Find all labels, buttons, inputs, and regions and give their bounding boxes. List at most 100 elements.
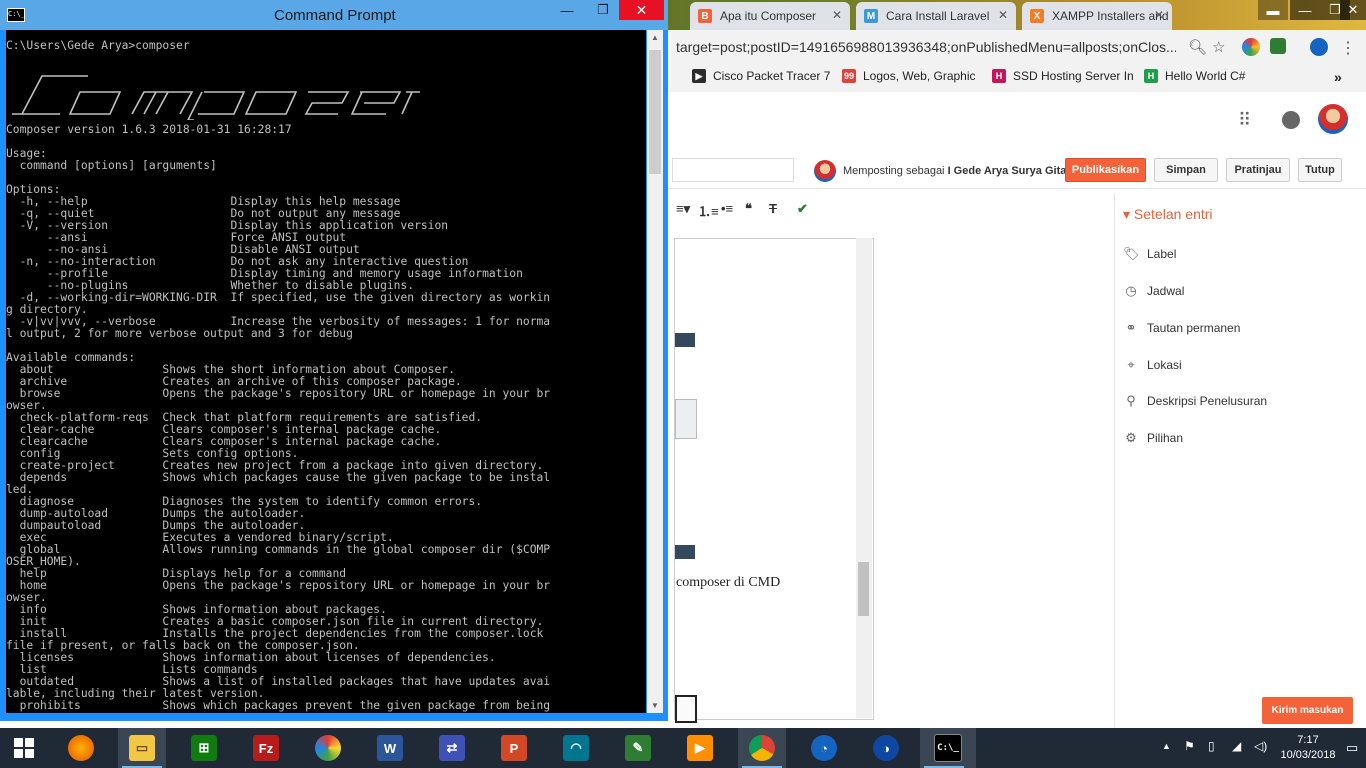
close-icon[interactable]: ✕	[1154, 8, 1164, 22]
sidebar-item-label[interactable]: 🏷︎ Label	[1123, 246, 1176, 262]
quote-icon[interactable]: ❝	[745, 201, 752, 217]
notification-center-icon[interactable]: ▭	[1346, 740, 1358, 756]
scroll-down-icon[interactable]: ▼	[651, 701, 659, 710]
numbered-list-icon[interactable]: ⒈≡	[698, 201, 719, 220]
taskbar-powerpoint[interactable]: P	[490, 728, 538, 768]
extension-icon[interactable]	[1242, 38, 1260, 56]
browser-tab-2[interactable]: M Cara Install Laravel ✕	[856, 2, 1016, 30]
cisco-icon: ▶	[692, 69, 706, 83]
location-icon: ⌖	[1127, 357, 1135, 372]
thumbnail-image	[675, 695, 697, 723]
editor-text: composer di CMD	[676, 575, 781, 590]
cmd-scrollbar-thumb[interactable]	[649, 50, 661, 174]
wifi-icon[interactable]: ◢	[1232, 739, 1241, 753]
bookmark-item[interactable]: 99 Logos, Web, Graphic	[842, 69, 976, 83]
menu-icon[interactable]: ⋮	[1340, 38, 1356, 58]
browser-tab-3[interactable]: X XAMPP Installers and Downloads ✕	[1022, 2, 1172, 30]
console-output[interactable]: C:\Users\Gede Arya>composer Composer ver…	[6, 30, 646, 713]
bulleted-list-icon[interactable]: •≡	[721, 201, 733, 216]
cmd-icon: C:\_	[7, 8, 25, 22]
posting-as-text: Memposting sebagai I Gede Arya Surya Git…	[843, 165, 1066, 177]
clock-date: 10/03/2018	[1280, 749, 1336, 761]
close-icon[interactable]: ✕	[1340, 0, 1366, 20]
taskbar-coreldraw[interactable]: ✎	[614, 728, 662, 768]
search-icon[interactable]: 🔍︎	[1188, 38, 1207, 56]
taskbar-video-editor[interactable]: ▶	[676, 728, 724, 768]
bookmark-item[interactable]: ▶ Cisco Packet Tracer 7	[692, 69, 830, 83]
maximize-icon[interactable]: ❐	[588, 0, 618, 20]
windows-icon	[14, 738, 34, 758]
browser-tab-label: Cara Install Laravel	[886, 9, 990, 23]
url-field[interactable]: target=post;postID=1491656988013936348;o…	[676, 39, 1176, 55]
composer-ascii-logo	[12, 75, 420, 120]
search-icon: ⚲	[1126, 393, 1136, 408]
close-icon[interactable]: ✕	[832, 8, 842, 22]
sidebar-item-text: Jadwal	[1147, 284, 1185, 298]
tray-expand-icon[interactable]: ▲	[1162, 741, 1171, 751]
sidebar-item-search-description[interactable]: ⚲ Deskripsi Penelusuran	[1123, 393, 1267, 409]
sidebar-item-location[interactable]: ⌖ Lokasi	[1123, 357, 1181, 373]
preview-button[interactable]: Pratinjau	[1226, 158, 1290, 182]
coreldraw-icon: ✎	[625, 735, 651, 761]
taskbar-file-explorer[interactable]: ▭	[118, 728, 166, 768]
taskbar-word[interactable]: W	[366, 728, 414, 768]
post-title-input[interactable]	[672, 158, 794, 182]
mysql-icon: ◠	[563, 735, 589, 761]
taskbar-firefox[interactable]	[57, 728, 105, 768]
align-icon[interactable]: ≡▾	[676, 201, 690, 217]
sidebar-item-text: Pilihan	[1147, 431, 1184, 445]
taskbar-mysql[interactable]: ◠	[552, 728, 600, 768]
bookmark-item[interactable]: H SSD Hosting Server In	[992, 69, 1134, 83]
browser-tab-1[interactable]: B Apa itu Composer ✕	[690, 2, 850, 30]
extension-icon[interactable]	[1270, 38, 1286, 54]
taskbar-app-2[interactable]: ◑	[862, 728, 910, 768]
sidebar-item-schedule[interactable]: ◷ Jadwal	[1123, 283, 1184, 299]
firefox-icon	[68, 735, 94, 761]
close-icon[interactable]: ✕	[998, 8, 1008, 22]
blogger-icon: B	[698, 9, 712, 23]
taskbar-store[interactable]: ⊞	[180, 728, 228, 768]
scroll-up-icon[interactable]: ▲	[651, 33, 659, 42]
bookmark-item[interactable]: H Hello World C#	[1144, 69, 1245, 83]
sidebar-item-options[interactable]: ⚙ Pilihan	[1123, 430, 1183, 446]
clock[interactable]: 7:17 10/03/2018	[1272, 733, 1344, 763]
extension-icon[interactable]	[1310, 38, 1328, 56]
close-button[interactable]: Tutup	[1298, 158, 1342, 182]
battery-icon[interactable]: ▯	[1208, 739, 1215, 753]
taskbar-filezilla[interactable]: Fz	[242, 728, 290, 768]
editor-content-frame[interactable]	[674, 238, 874, 723]
taskbar-paint[interactable]	[304, 728, 352, 768]
apps-grid-icon[interactable]: ⠿	[1238, 110, 1251, 131]
clear-formatting-icon[interactable]: T	[769, 201, 777, 216]
post-settings-heading-label: Setelan entri	[1133, 206, 1213, 222]
flag-icon[interactable]: ⚑	[1184, 739, 1195, 753]
post-settings-heading[interactable]: ▾ Setelan entri	[1123, 206, 1213, 223]
browser-profile-icon[interactable]: ▬	[1258, 0, 1288, 20]
more-bookmarks-icon[interactable]: »	[1334, 69, 1342, 85]
start-button[interactable]	[0, 728, 48, 768]
minimize-icon[interactable]: —	[1290, 0, 1320, 20]
taskbar-app[interactable]: ◔	[800, 728, 848, 768]
avatar[interactable]	[1318, 104, 1348, 134]
publish-button[interactable]: Publikasikan	[1065, 158, 1146, 182]
star-icon[interactable]: ☆	[1212, 38, 1225, 56]
cmd-icon: C:\_	[934, 734, 962, 762]
sidebar-item-permalink[interactable]: ⚭ Tautan permanen	[1123, 320, 1241, 336]
notification-bell-icon[interactable]	[1282, 111, 1300, 129]
medium-icon: M	[864, 9, 878, 23]
word-icon: W	[377, 735, 403, 761]
editor-scrollbar[interactable]	[856, 238, 872, 718]
send-feedback-button[interactable]: Kirim masukan	[1262, 697, 1353, 724]
post-settings-sidebar: ▾ Setelan entri 🏷︎ Label ◷ Jadwal ⚭ Taut…	[1114, 194, 1366, 728]
spellcheck-icon[interactable]: ✔	[797, 201, 808, 217]
cmd-title-bar[interactable]: C:\_ Command Prompt — ❐ ✕	[0, 0, 668, 30]
taskbar-network-tool[interactable]: ⇄	[428, 728, 476, 768]
editor-scrollbar-thumb[interactable]	[858, 562, 869, 616]
taskbar-command-prompt[interactable]: C:\_	[920, 728, 976, 768]
minimize-icon[interactable]: —	[552, 0, 582, 20]
save-button[interactable]: Simpan	[1154, 158, 1218, 182]
browser-tab-label: Apa itu Composer	[720, 9, 817, 23]
close-icon[interactable]: ✕	[619, 0, 664, 20]
taskbar-chrome[interactable]	[738, 728, 786, 768]
volume-icon[interactable]: ◁)	[1254, 739, 1267, 753]
